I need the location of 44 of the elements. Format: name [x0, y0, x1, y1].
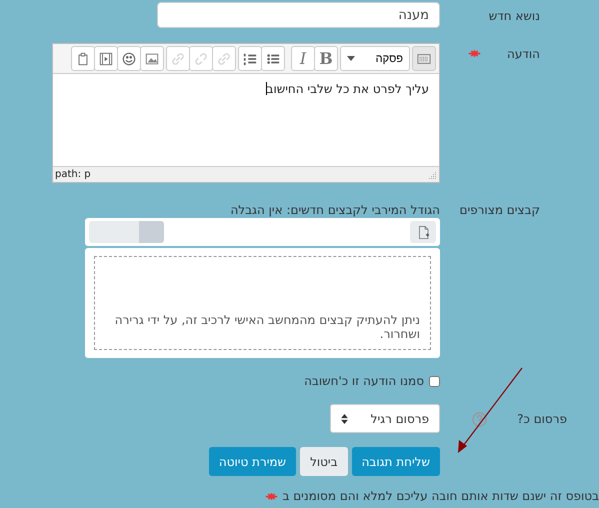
editor-path: path: p: [55, 169, 91, 180]
field-label: הודעה: [506, 47, 540, 61]
clipboard-icon: [76, 52, 90, 66]
field-label: פרסום כ?: [517, 412, 567, 426]
italic-button[interactable]: I: [291, 46, 315, 71]
add-file-icon: [416, 224, 430, 240]
broken-link-icon: [194, 52, 208, 66]
bullets-button[interactable]: [261, 46, 285, 71]
field-label: קבצים מצורפים: [460, 203, 540, 217]
image-button[interactable]: [140, 46, 164, 71]
format-dropdown[interactable]: פסקה: [340, 46, 410, 71]
view-toggle-button[interactable]: [139, 221, 164, 243]
numbered-list-icon: [243, 52, 257, 66]
submit-button[interactable]: שליחת תגובה: [352, 447, 440, 476]
paste-button[interactable]: [71, 46, 95, 71]
bullet-list-icon: [266, 52, 280, 66]
help-icon[interactable]: [472, 412, 488, 427]
required-note: בטופס זה ישנם שדות אותם חובה עליכם למלא והם מסומנים ב: [282, 489, 599, 503]
media-button[interactable]: [94, 46, 118, 71]
field-label: נושא חדש: [488, 9, 540, 23]
sort-arrows-icon: [341, 414, 348, 424]
drop-hint: ניתן להעתיק קבצים מהמחשב האישי לרכיב זה, על ידי גרירה ושחרור.: [114, 313, 420, 341]
link-icon: [217, 52, 231, 66]
image-icon: [145, 52, 159, 66]
bold-button[interactable]: B: [314, 46, 338, 71]
toggle-button[interactable]: [412, 46, 436, 71]
checkbox-label: סמנו הודעה זו כ'חשובה: [304, 374, 424, 388]
smiley-icon: [122, 52, 136, 66]
emoji-button[interactable]: [117, 46, 141, 71]
max-size-note: הגודל המירבי לקבצים חדשים: אין הגבלה: [229, 203, 440, 217]
view-toggle-button[interactable]: [89, 221, 139, 243]
add-file-button[interactable]: [410, 221, 436, 243]
numbers-button[interactable]: [238, 46, 262, 71]
subject-field[interactable]: מענה: [157, 2, 440, 28]
caret-icon: [347, 56, 355, 61]
publish-select[interactable]: פרסום רגיל: [330, 404, 440, 433]
cancel-button[interactable]: ביטול: [300, 447, 348, 476]
important-checkbox[interactable]: [429, 376, 440, 386]
link-icon: [171, 52, 185, 66]
submit-button[interactable]: שמירת טיוטה: [208, 447, 296, 476]
keyboard-icon: [417, 52, 431, 66]
editor-text[interactable]: עליך לפרט את כל שלבי החישוב: [266, 82, 429, 96]
film-icon: [99, 52, 113, 66]
drop-zone[interactable]: ניתן להעתיק קבצים מהמחשב האישי לרכיב זה, על ידי גרירה ושחרור.: [94, 256, 431, 350]
